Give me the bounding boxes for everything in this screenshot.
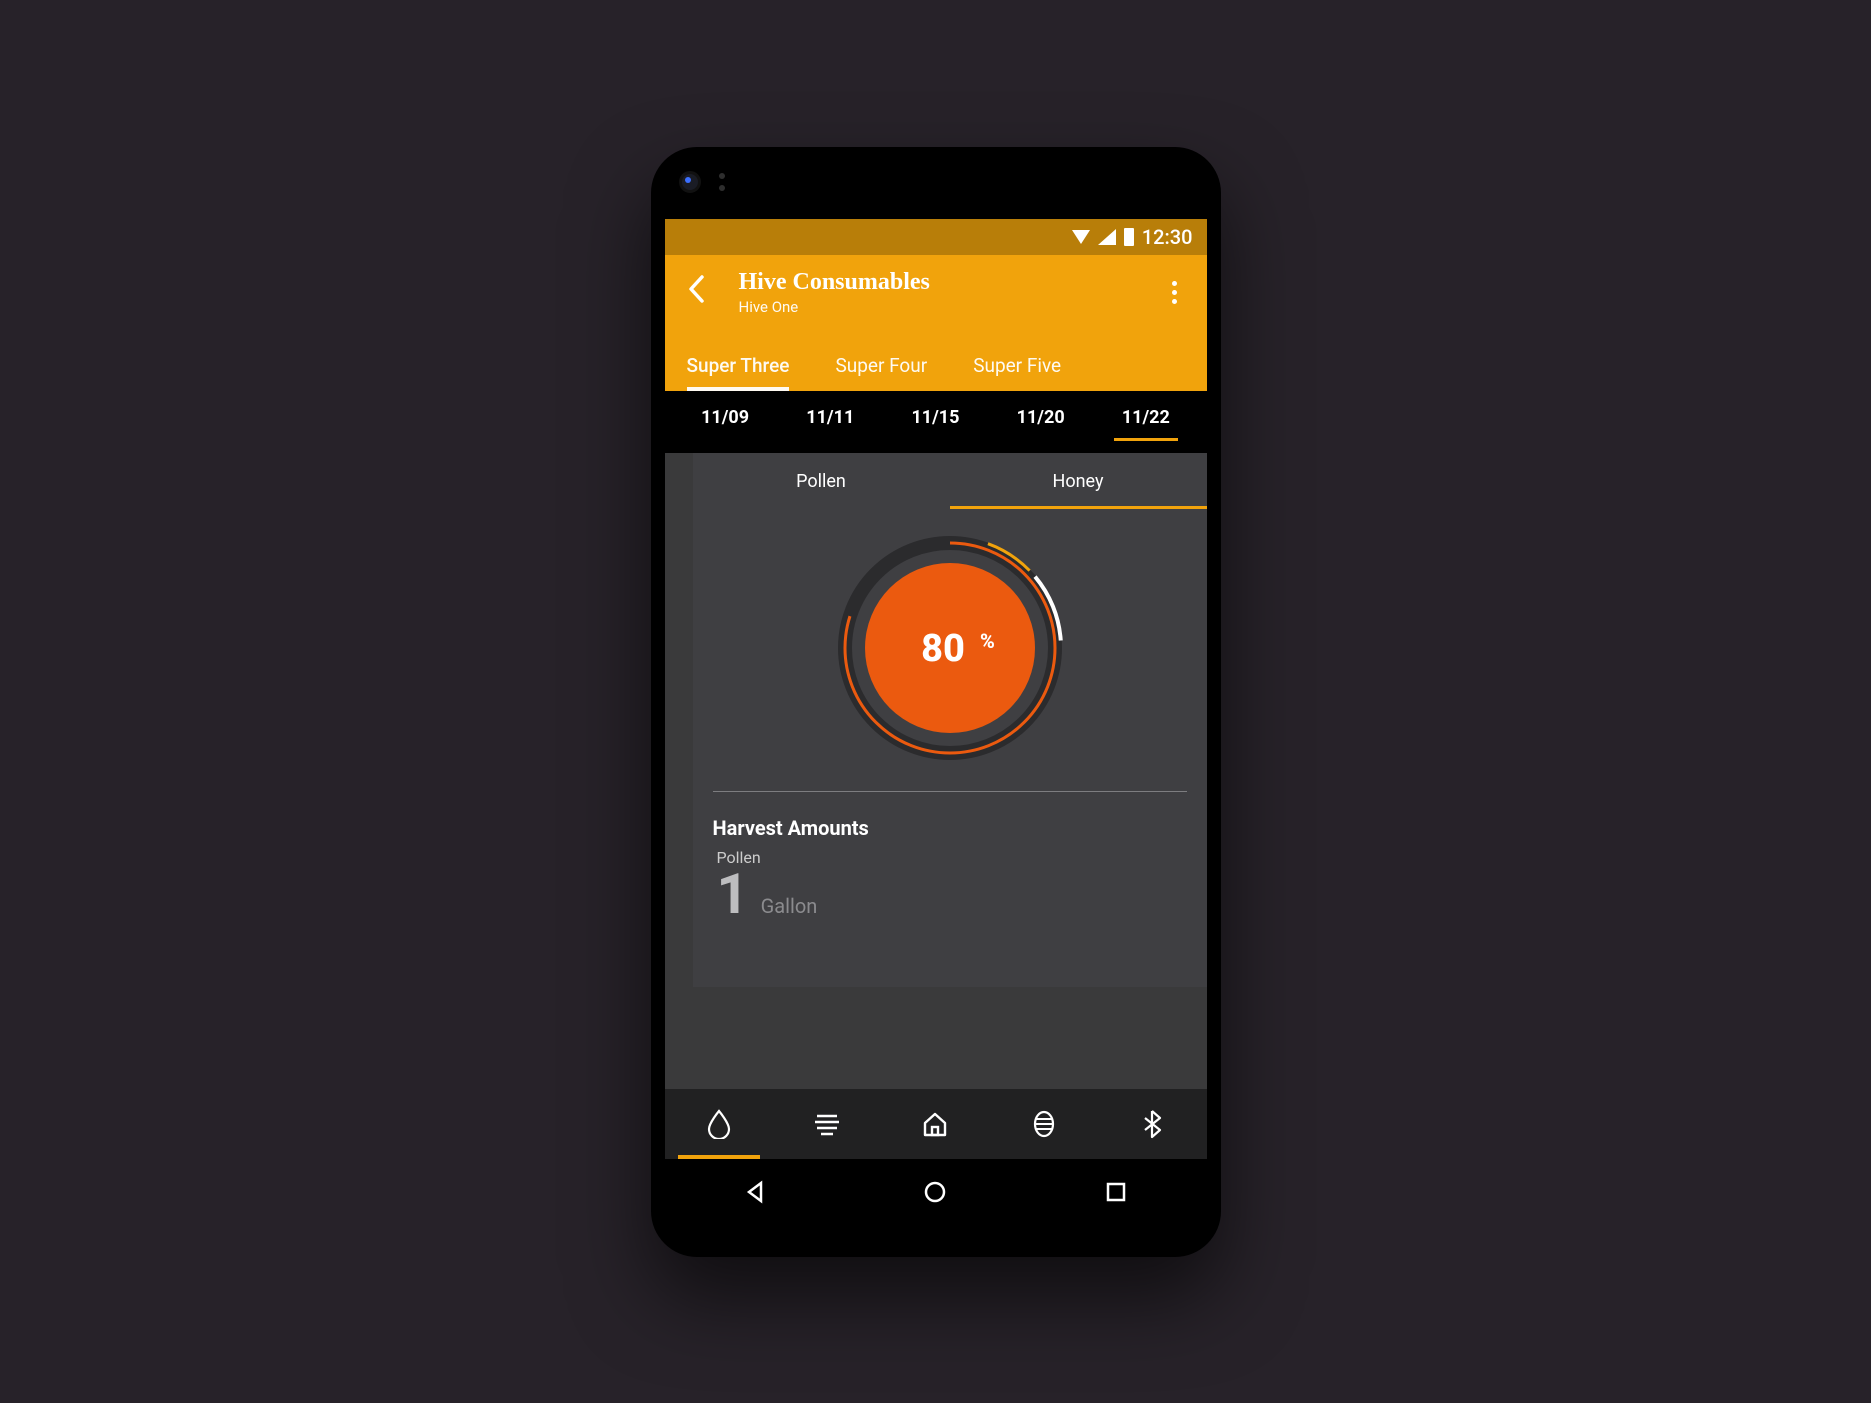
content-card: Pollen Honey 80 % Harvest Amounts Pollen (693, 453, 1207, 987)
overflow-menu-button[interactable] (1164, 273, 1185, 312)
harvest-title: Harvest Amounts (713, 816, 1187, 840)
gauge: 80 % (693, 509, 1207, 791)
front-camera (679, 171, 701, 193)
back-button[interactable] (687, 270, 717, 314)
nav-hive[interactable] (990, 1089, 1098, 1159)
lines-icon (813, 1112, 841, 1136)
page-subtitle: Hive One (739, 298, 930, 316)
tab-super-five[interactable]: Super Five (973, 354, 1061, 391)
nav-lines[interactable] (773, 1089, 881, 1159)
tab-super-three[interactable]: Super Three (687, 354, 790, 391)
home-icon (921, 1110, 949, 1138)
gauge-percent-sign: % (980, 629, 995, 653)
nav-drop[interactable] (665, 1089, 773, 1159)
date-11-22[interactable]: 11/22 (1114, 403, 1178, 441)
signal-icon (1098, 229, 1116, 245)
nav-home[interactable] (881, 1089, 989, 1159)
android-home[interactable] (920, 1177, 950, 1207)
consumable-tabs: Pollen Honey (693, 453, 1207, 509)
harvest-unit: Gallon (761, 894, 818, 918)
bottom-nav (665, 1089, 1207, 1159)
tab-pollen[interactable]: Pollen (693, 453, 950, 509)
super-tabs: Super Three Super Four Super Five (665, 322, 1207, 391)
clock: 12:30 (1142, 225, 1193, 249)
drop-icon (706, 1109, 732, 1139)
bluetooth-icon (1142, 1109, 1162, 1139)
phone-frame: 12:30 Hive Consumables Hive One Sup (651, 147, 1221, 1257)
android-back[interactable] (740, 1177, 770, 1207)
date-11-15[interactable]: 11/15 (903, 403, 967, 441)
status-bar: 12:30 (665, 219, 1207, 255)
harvest-value: 1 (717, 861, 749, 927)
harvest-value-row: 1 Gallon (717, 861, 1183, 927)
android-nav-bar (665, 1161, 1207, 1223)
app-header: Hive Consumables Hive One Super Three Su… (665, 255, 1207, 391)
battery-icon (1124, 228, 1134, 246)
android-recent[interactable] (1101, 1177, 1131, 1207)
sensors (719, 173, 725, 191)
date-11-11[interactable]: 11/11 (798, 403, 862, 441)
divider (713, 791, 1187, 792)
tab-honey[interactable]: Honey (950, 453, 1207, 509)
hive-icon (1032, 1110, 1056, 1138)
gauge-svg: 80 % (835, 533, 1065, 763)
wifi-icon (1072, 230, 1090, 244)
phone-notch (871, 147, 1001, 171)
tab-super-four[interactable]: Super Four (835, 354, 927, 391)
screen: 12:30 Hive Consumables Hive One Sup (665, 219, 1207, 1159)
date-11-20[interactable]: 11/20 (1009, 403, 1073, 441)
date-tabs: 11/09 11/11 11/15 11/20 11/22 (665, 391, 1207, 453)
date-11-09[interactable]: 11/09 (693, 403, 757, 441)
page-title: Hive Consumables (739, 269, 930, 296)
nav-bluetooth[interactable] (1098, 1089, 1206, 1159)
gauge-percent: 80 (921, 627, 965, 671)
